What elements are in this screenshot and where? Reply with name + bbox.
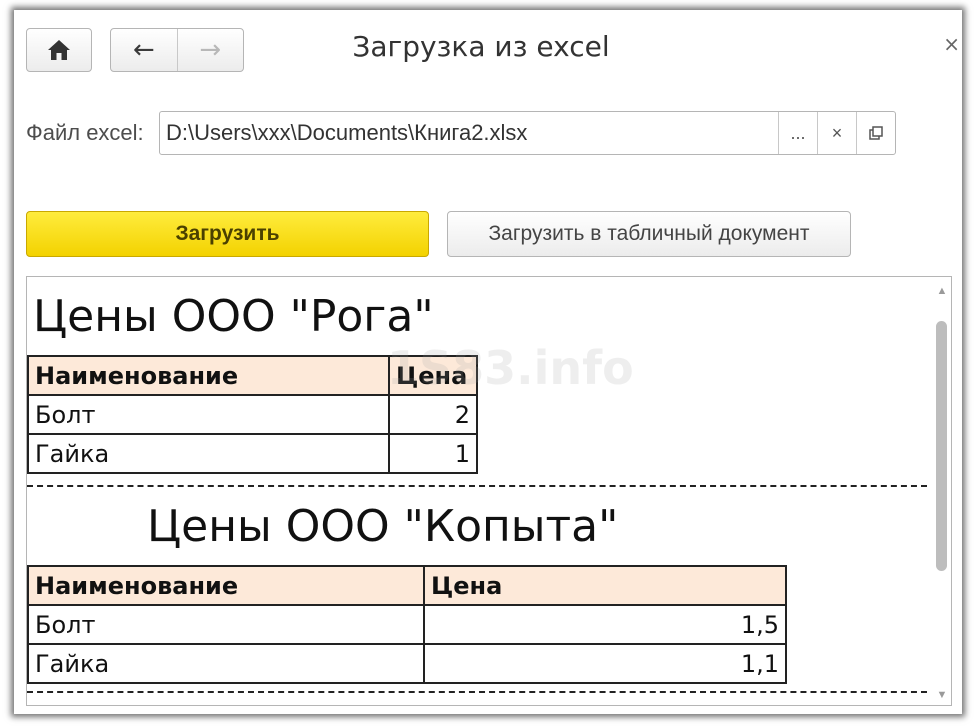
cell-price[interactable]: 1 (388, 433, 478, 474)
open-button[interactable] (856, 112, 895, 154)
arrow-left-icon: ← (132, 35, 155, 65)
form-window: ← → Загрузка из excel × Файл excel: D:\U… (14, 10, 962, 714)
scroll-thumb[interactable] (936, 321, 947, 571)
spreadsheet-document[interactable]: Цены ООО "Рога" Наименование Цена Болт 2… (26, 276, 952, 706)
cell-price[interactable]: 2 (388, 394, 478, 435)
file-path-value[interactable]: D:\Users\xxx\Documents\Книга2.xlsx (160, 112, 778, 154)
table-row: Гайка 1 (27, 433, 478, 474)
close-icon[interactable]: × (943, 32, 960, 56)
home-icon (48, 40, 70, 60)
table-row: Болт 2 (27, 394, 478, 435)
scroll-down-icon[interactable]: ▼ (933, 689, 951, 701)
table-row: Болт 1,5 (27, 604, 787, 645)
load-to-document-button[interactable]: Загрузить в табличный документ (447, 211, 851, 257)
table-title-kopyta: Цены ООО "Копыта" (147, 501, 619, 552)
cell-price[interactable]: 1,5 (423, 604, 787, 645)
clear-button[interactable]: × (817, 112, 856, 154)
page-break-line (27, 485, 927, 487)
window-title: Загрузка из excel (352, 30, 610, 63)
open-icon (869, 126, 883, 140)
column-header-name[interactable]: Наименование (27, 565, 425, 606)
browse-button[interactable]: ... (778, 112, 817, 154)
cell-name[interactable]: Гайка (27, 643, 425, 684)
load-button[interactable]: Загрузить (26, 211, 429, 257)
column-header-name[interactable]: Наименование (27, 355, 390, 396)
cell-name[interactable]: Болт (27, 604, 425, 645)
file-path-field[interactable]: D:\Users\xxx\Documents\Книга2.xlsx ... × (159, 111, 896, 155)
navigation-buttons: ← → (110, 28, 244, 72)
column-header-price[interactable]: Цена (388, 355, 478, 396)
page-break-line (27, 691, 927, 693)
cell-name[interactable]: Гайка (27, 433, 390, 474)
back-button[interactable]: ← (111, 29, 178, 71)
price-table-roga: Наименование Цена Болт 2 Гайка 1 (27, 355, 478, 474)
arrow-right-icon: → (199, 35, 222, 65)
home-button[interactable] (26, 28, 92, 72)
price-table-kopyta: Наименование Цена Болт 1,5 Гайка 1,1 (27, 565, 787, 684)
cell-price[interactable]: 1,1 (423, 643, 787, 684)
table-title-roga: Цены ООО "Рога" (33, 291, 434, 342)
file-label: Файл excel: (26, 120, 144, 145)
scroll-up-icon[interactable]: ▲ (933, 285, 951, 297)
column-header-price[interactable]: Цена (423, 565, 787, 606)
vertical-scrollbar[interactable]: ▲ ▼ (933, 277, 951, 705)
cell-name[interactable]: Болт (27, 394, 390, 435)
table-row: Гайка 1,1 (27, 643, 787, 684)
forward-button[interactable]: → (178, 29, 244, 71)
table-header-row: Наименование Цена (27, 355, 478, 396)
table-header-row: Наименование Цена (27, 565, 787, 606)
